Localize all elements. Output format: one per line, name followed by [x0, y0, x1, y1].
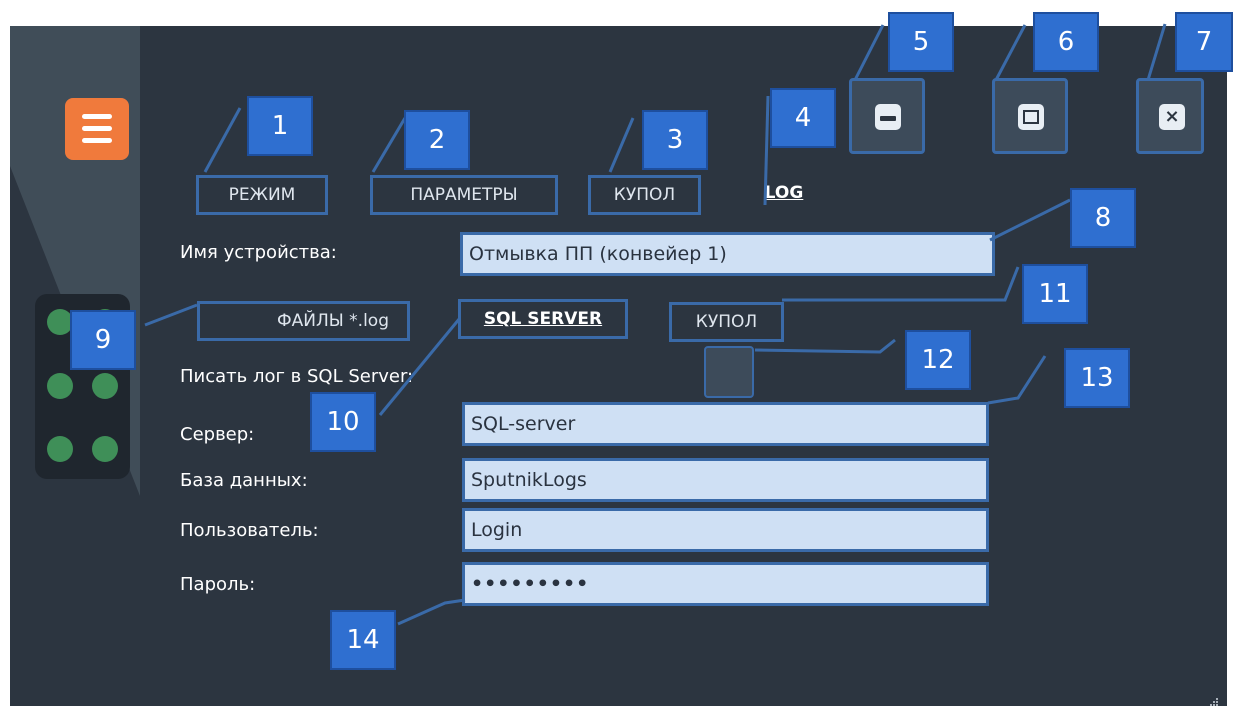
tab-mode[interactable]: РЕЖИМ	[196, 175, 328, 215]
indicator-dot	[92, 436, 118, 462]
callout-7: 7	[1175, 12, 1233, 72]
callout-4: 4	[770, 88, 836, 148]
minimize-button[interactable]	[849, 78, 925, 154]
subtab-log-files[interactable]: ФАЙЛЫ *.log	[197, 301, 410, 341]
device-name-label: Имя устройства:	[180, 242, 337, 263]
callout-11: 11	[1022, 264, 1088, 324]
menu-icon[interactable]	[65, 98, 129, 160]
callout-5: 5	[888, 12, 954, 72]
subtab-dome[interactable]: КУПОЛ	[669, 302, 784, 342]
maximize-button[interactable]	[992, 78, 1068, 154]
indicator-dot	[47, 436, 73, 462]
user-label: Пользователь:	[180, 520, 319, 541]
callout-12: 12	[905, 330, 971, 390]
app-window: РЕЖИМ ПАРАМЕТРЫ КУПОЛ LOG × V1 Имя устро…	[10, 26, 1227, 706]
device-name-field[interactable]: Отмывка ПП (конвейер 1)	[460, 232, 995, 276]
tab-dome[interactable]: КУПОЛ	[588, 175, 701, 215]
minimize-icon	[875, 104, 901, 130]
indicator-dot	[47, 373, 73, 399]
callout-3: 3	[642, 110, 708, 170]
resize-grip-icon[interactable]	[1209, 692, 1219, 706]
server-label: Сервер:	[180, 424, 255, 445]
close-button[interactable]: ×	[1136, 78, 1204, 154]
write-log-label: Писать лог в SQL Server:	[180, 366, 414, 387]
callout-13: 13	[1064, 348, 1130, 408]
callout-8: 8	[1070, 188, 1136, 248]
password-label: Пароль:	[180, 574, 256, 595]
callout-1: 1	[247, 96, 313, 156]
subtab-sql-server[interactable]: SQL SERVER	[458, 299, 628, 339]
write-log-toggle[interactable]	[704, 346, 754, 398]
tab-log[interactable]: LOG	[755, 176, 813, 216]
close-icon: ×	[1159, 104, 1185, 130]
password-field[interactable]: •••••••••	[462, 562, 989, 606]
tab-parameters[interactable]: ПАРАМЕТРЫ	[370, 175, 558, 215]
callout-10: 10	[310, 392, 376, 452]
database-label: База данных:	[180, 470, 308, 491]
indicator-dot	[92, 373, 118, 399]
user-field[interactable]: Login	[462, 508, 989, 552]
maximize-icon	[1018, 104, 1044, 130]
callout-14: 14	[330, 610, 396, 670]
callout-6: 6	[1033, 12, 1099, 72]
database-field[interactable]: SputnikLogs	[462, 458, 989, 502]
callout-2: 2	[404, 110, 470, 170]
callout-9: 9	[70, 310, 136, 370]
server-field[interactable]: SQL-server	[462, 402, 989, 446]
